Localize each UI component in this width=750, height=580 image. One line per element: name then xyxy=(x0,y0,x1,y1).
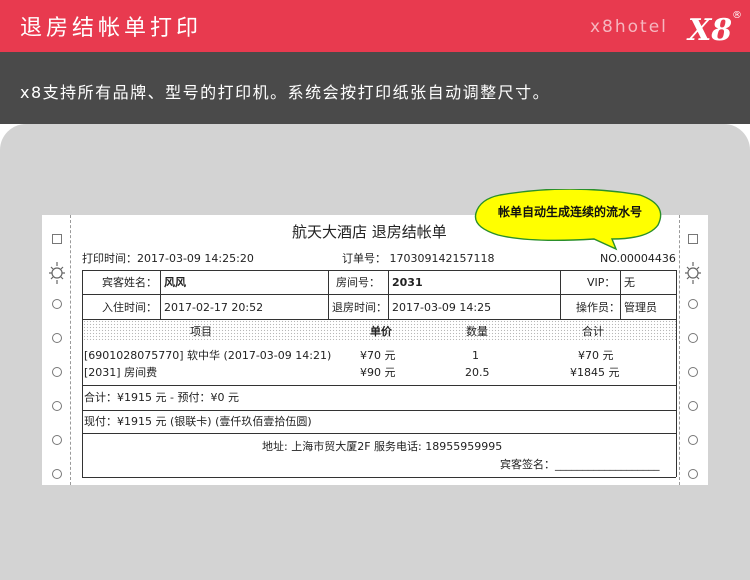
feed-square-left xyxy=(52,234,62,244)
feed-square-right xyxy=(688,234,698,244)
receipt-paper: 航天大酒店 退房结帐单 打印时间：2017-03-09 14:25:20 订单号… xyxy=(42,215,708,485)
guest-label: 宾客姓名： xyxy=(102,276,157,289)
page-title: 退房结帐单打印 xyxy=(20,16,203,41)
callout-text: 帐单自动生成连续的流水号 xyxy=(498,204,642,219)
item-name: [2031] 房间费 xyxy=(84,366,158,379)
checkin-value: 2017-02-17 20:52 xyxy=(164,301,264,314)
rule xyxy=(82,477,676,478)
logo-text: X8 xyxy=(686,13,732,48)
print-time: 打印时间：2017-03-09 14:25:20 xyxy=(82,252,254,265)
vip-label: VIP： xyxy=(587,276,616,289)
subheader-text: x8支持所有品牌、型号的打印机。系统会按打印纸张自动调整尺寸。 xyxy=(20,83,551,102)
rule xyxy=(560,270,561,319)
summary-line: 合计：¥1915 元 - 预付：¥0 元 xyxy=(84,391,239,404)
checkout-label: 退房时间： xyxy=(332,301,387,314)
order-label: 订单号： xyxy=(342,252,386,265)
item-total: ¥1845 元 xyxy=(570,366,620,379)
perforation-left xyxy=(70,215,71,485)
feed-hole xyxy=(688,469,698,479)
col-price: 单价 xyxy=(370,325,392,338)
address-line: 地址: 上海市贸大厦2F 服务电话: 18955959995 xyxy=(262,440,503,453)
rule xyxy=(676,270,677,477)
gear-icon xyxy=(685,262,701,284)
col-item: 项目 xyxy=(190,325,212,338)
item-qty: 20.5 xyxy=(465,366,490,379)
rule xyxy=(328,270,329,319)
logo-mark: ® xyxy=(732,10,742,21)
operator-label: 操作员： xyxy=(576,301,620,314)
col-total: 合计 xyxy=(582,325,604,338)
rule xyxy=(82,270,83,477)
rule xyxy=(388,270,389,319)
vip-value: 无 xyxy=(624,276,635,289)
rule xyxy=(82,294,676,295)
feed-hole xyxy=(52,333,62,343)
feed-hole xyxy=(52,469,62,479)
checkin-label: 入住时间： xyxy=(102,301,157,314)
col-qty: 数量 xyxy=(466,325,488,338)
signature-line: 宾客签名：___________________ xyxy=(500,458,660,471)
feed-hole xyxy=(52,401,62,411)
receipt-title: 航天大酒店 退房结帐单 xyxy=(292,223,447,241)
feed-hole xyxy=(688,367,698,377)
feed-hole xyxy=(52,367,62,377)
rule xyxy=(82,270,676,271)
checkout-value: 2017-03-09 14:25 xyxy=(392,301,492,314)
item-price: ¥70 元 xyxy=(360,349,396,362)
brand-name: x8hotel xyxy=(590,17,668,37)
gear-icon xyxy=(49,262,65,284)
x8-logo: X8 ® xyxy=(686,10,742,48)
cash-line: 现付：¥1915 元 (银联卡) (壹仟玖佰壹拾伍圆) xyxy=(84,415,312,428)
item-total: ¥70 元 xyxy=(578,349,614,362)
rule xyxy=(82,433,676,434)
guest-value: 风风 xyxy=(164,276,186,289)
subheader-band: x8支持所有品牌、型号的打印机。系统会按打印纸张自动调整尺寸。 xyxy=(0,52,750,124)
operator-value: 管理员 xyxy=(624,301,657,314)
feed-hole xyxy=(688,435,698,445)
rule xyxy=(160,270,161,319)
room-label: 房间号： xyxy=(336,276,380,289)
feed-hole xyxy=(688,299,698,309)
header-bar: 退房结帐单打印 x8hotel X8 ® xyxy=(0,0,750,52)
rule xyxy=(620,270,621,319)
item-name: [6901028075770] 软中华 (2017-03-09 14:21) xyxy=(84,349,332,362)
perforation-right xyxy=(679,215,680,485)
feed-hole xyxy=(52,435,62,445)
rule xyxy=(82,410,676,411)
item-price: ¥90 元 xyxy=(360,366,396,379)
receipt-serial: NO.00004436 xyxy=(600,252,676,265)
callout-bubble: 帐单自动生成连续的流水号 xyxy=(474,189,662,251)
feed-hole xyxy=(52,299,62,309)
item-qty: 1 xyxy=(472,349,479,362)
feed-hole xyxy=(688,333,698,343)
order-number: 订单号： 170309142157118 xyxy=(342,252,494,265)
rule xyxy=(82,385,676,386)
room-value: 2031 xyxy=(392,276,423,289)
feed-hole xyxy=(688,401,698,411)
order-value: 170309142157118 xyxy=(389,252,495,265)
